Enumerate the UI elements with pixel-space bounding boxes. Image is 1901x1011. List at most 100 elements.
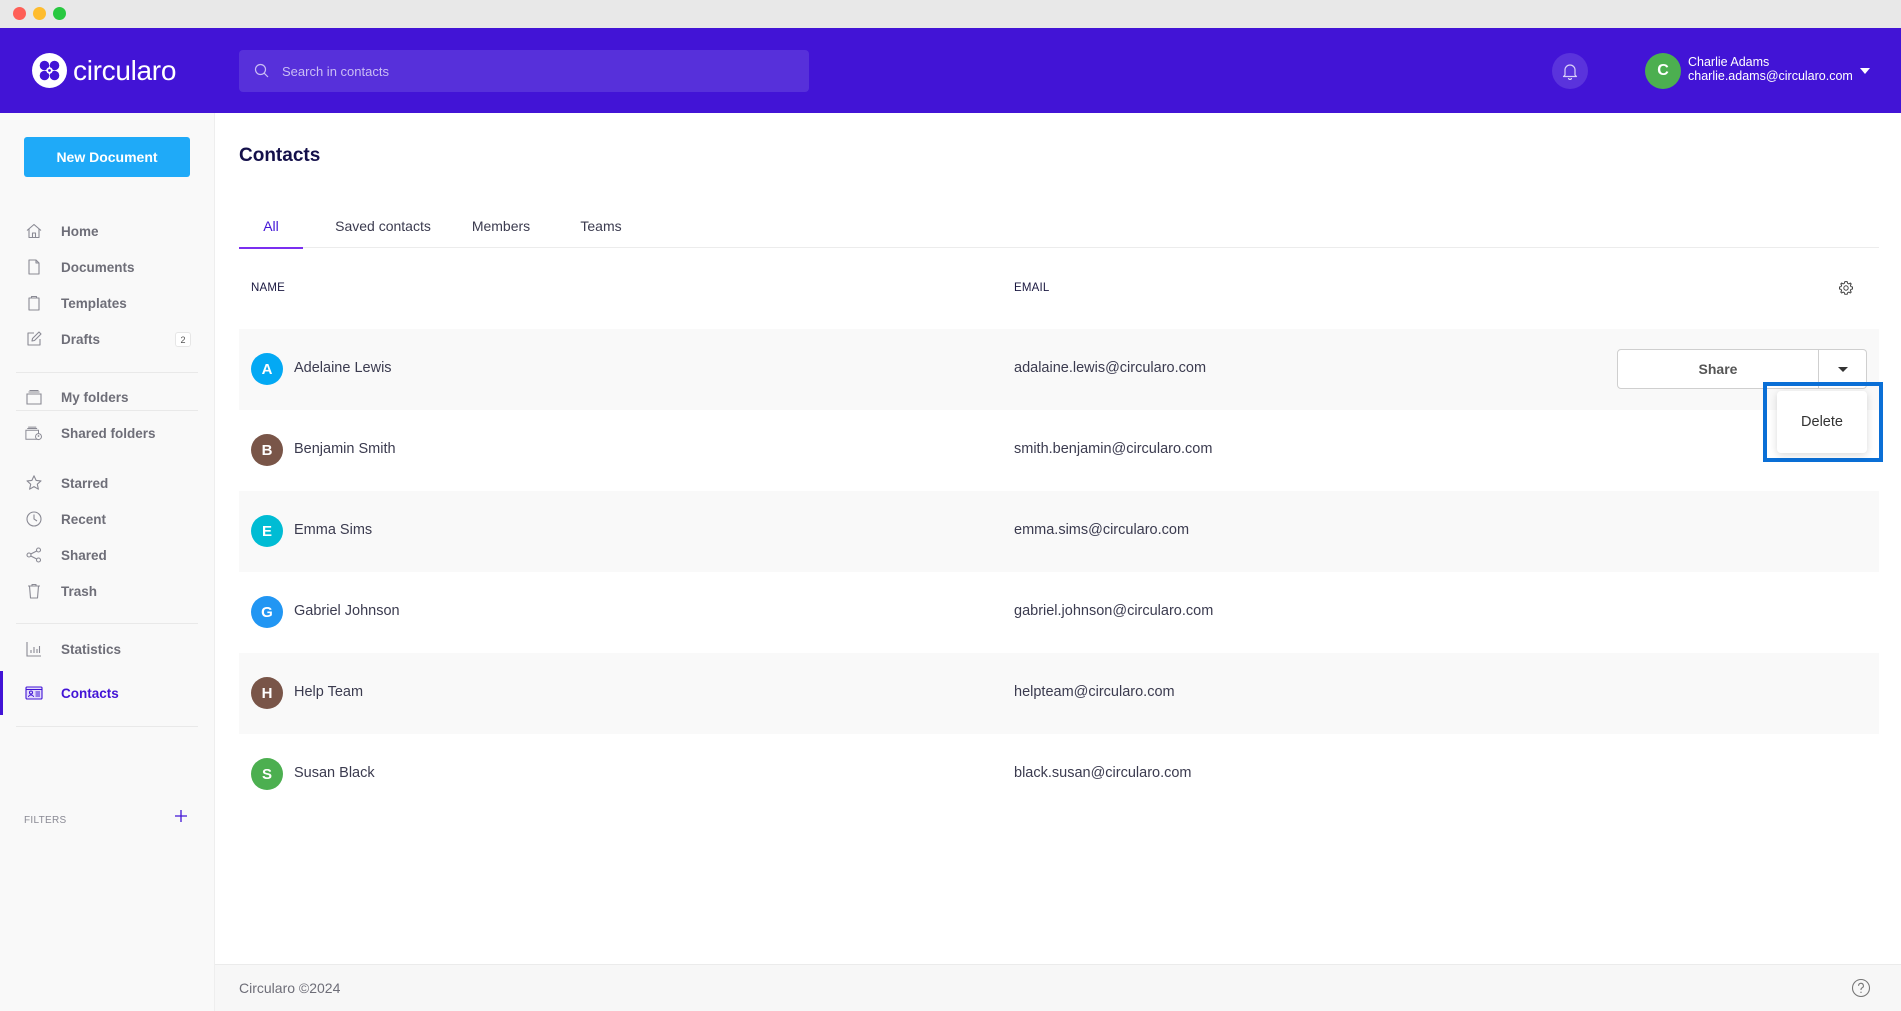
contact-name: Emma Sims (294, 522, 373, 538)
brand-name: circularo (73, 54, 177, 86)
search-icon (254, 63, 269, 78)
row-actions-menu: Delete (1777, 391, 1867, 453)
page-title: Contacts (239, 145, 321, 166)
user-menu-caret-icon[interactable] (1860, 68, 1870, 74)
window-zoom-button[interactable] (53, 7, 66, 20)
window-close-button[interactable] (13, 7, 26, 20)
document-icon (28, 259, 40, 275)
tab-saved-contacts[interactable]: Saved contacts (327, 203, 439, 248)
sidebar-item-starred[interactable]: Starred (0, 465, 214, 501)
window-minimize-button[interactable] (33, 7, 46, 20)
chart-icon (26, 642, 41, 657)
sidebar-item-label: My folders (61, 389, 129, 405)
table-row[interactable]: B Benjamin Smith smith.benjamin@circularo.… (239, 410, 1879, 491)
column-header-email[interactable]: EMAIL (1014, 282, 1050, 294)
sidebar-divider (16, 726, 198, 727)
sidebar: New Document Home Documents Templates Dr… (0, 113, 215, 1011)
template-icon (28, 295, 40, 311)
sidebar-item-trash[interactable]: Trash (0, 573, 214, 609)
menu-item-delete[interactable]: Delete (1801, 414, 1843, 430)
sidebar-item-label: Starred (61, 475, 109, 491)
contact-email: adalaine.lewis@circularo.com (1014, 360, 1207, 376)
contact-avatar: G (251, 596, 283, 628)
tab-teams[interactable]: Teams (576, 203, 626, 248)
circularo-logo-icon (32, 53, 67, 88)
user-name: Charlie Adams (1688, 55, 1770, 69)
table-row[interactable]: H Help Team helpteam@circularo.com (239, 653, 1879, 734)
sidebar-item-statistics[interactable]: Statistics (0, 631, 214, 667)
sidebar-item-label: Shared folders (61, 425, 156, 441)
help-icon[interactable] (1851, 978, 1871, 998)
add-filter-plus-icon[interactable] (174, 809, 188, 823)
sidebar-item-shared-folders[interactable]: Shared folders (0, 415, 214, 451)
home-icon (26, 223, 42, 239)
search-bar[interactable] (239, 50, 809, 92)
sidebar-item-label: Home (61, 223, 99, 239)
sidebar-item-shared[interactable]: Shared (0, 537, 214, 573)
sidebar-item-templates[interactable]: Templates (0, 285, 214, 321)
brand-logo[interactable]: circularo (32, 53, 176, 88)
drafts-count-badge: 2 (175, 332, 191, 347)
tab-members[interactable]: Members (466, 203, 536, 248)
sidebar-item-label: Statistics (61, 641, 122, 657)
sidebar-divider (16, 410, 198, 411)
filters-label: FILTERS (24, 815, 67, 826)
trash-icon (28, 583, 40, 599)
contact-email: helpteam@circularo.com (1014, 684, 1175, 700)
sidebar-item-home[interactable]: Home (0, 213, 214, 249)
table-row[interactable]: G Gabriel Johnson gabriel.johnson@circular… (239, 572, 1879, 653)
sidebar-item-label: Recent (61, 511, 107, 527)
contact-name: Benjamin Smith (294, 441, 396, 457)
contact-card-icon (25, 686, 43, 700)
contact-name: Help Team (294, 684, 364, 700)
footer: Circularo ©2024 (215, 964, 1901, 1011)
user-info[interactable]: Charlie Adams charlie.adams@circularo.co… (1688, 55, 1853, 83)
contacts-tabs: All Saved contacts Members Teams (239, 203, 1879, 249)
sidebar-divider (16, 623, 198, 624)
clock-icon (26, 511, 42, 527)
user-avatar[interactable]: C (1645, 53, 1681, 89)
sidebar-item-contacts[interactable]: Contacts (0, 671, 214, 715)
contact-email: emma.sims@circularo.com (1014, 522, 1190, 538)
search-input[interactable] (282, 63, 782, 79)
sidebar-item-label: Drafts (61, 331, 101, 347)
table-row[interactable]: S Susan Black black.susan@circularo.com (239, 734, 1879, 815)
contact-avatar: A (251, 353, 283, 385)
new-document-button[interactable]: New Document (24, 137, 190, 177)
notifications-button[interactable] (1552, 53, 1588, 89)
edit-icon (27, 331, 42, 346)
app-header: circularo C Charlie Adams charlie.adams@… (0, 28, 1901, 113)
share-icon (26, 547, 42, 563)
caret-down-icon (1837, 366, 1848, 372)
column-header-name[interactable]: NAME (251, 282, 285, 294)
sidebar-item-documents[interactable]: Documents (0, 249, 214, 285)
contact-email: gabriel.johnson@circularo.com (1014, 603, 1214, 619)
star-icon (26, 475, 42, 490)
copyright-text: Circularo ©2024 (239, 980, 341, 996)
contact-name: Adelaine Lewis (294, 360, 392, 376)
contact-name: Susan Black (294, 765, 375, 781)
sidebar-item-label: Templates (61, 295, 127, 311)
gear-icon[interactable] (1838, 280, 1854, 296)
bell-icon (1562, 64, 1578, 80)
sidebar-item-label: Contacts (61, 685, 119, 701)
sidebar-divider (16, 372, 198, 373)
table-row[interactable]: E Emma Sims emma.sims@circularo.com (239, 491, 1879, 572)
folders-icon (26, 389, 42, 405)
sidebar-item-label: Documents (61, 259, 135, 275)
contact-email: smith.benjamin@circularo.com (1014, 441, 1213, 457)
window-titlebar (0, 0, 1901, 28)
contact-email: black.susan@circularo.com (1014, 765, 1192, 781)
sidebar-item-recent[interactable]: Recent (0, 501, 214, 537)
sidebar-item-label: Trash (61, 583, 98, 599)
contact-avatar: S (251, 758, 283, 790)
sidebar-item-label: Shared (61, 547, 107, 563)
user-email: charlie.adams@circularo.com (1688, 69, 1853, 83)
sidebar-item-drafts[interactable]: Drafts 2 (0, 321, 214, 357)
shared-folders-icon (25, 426, 42, 441)
contact-name: Gabriel Johnson (294, 603, 400, 619)
contact-avatar: B (251, 434, 283, 466)
tab-all[interactable]: All (239, 203, 303, 249)
contact-avatar: H (251, 677, 283, 709)
contact-avatar: E (251, 515, 283, 547)
